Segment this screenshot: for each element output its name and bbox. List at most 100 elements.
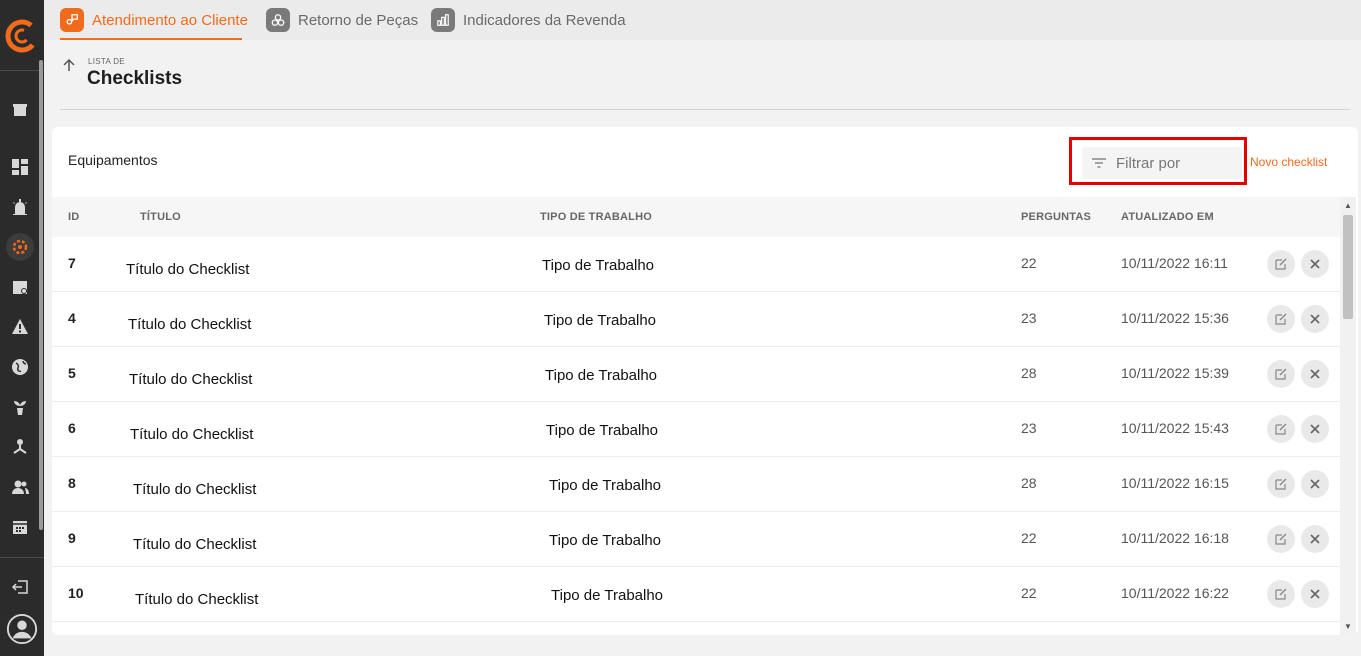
edit-button[interactable] (1267, 470, 1295, 498)
table-scrollbar[interactable]: ▲ ▼ (1340, 197, 1356, 635)
table-row[interactable]: 8 Título do Checklist Tipo de Trabalho 28 10… (52, 457, 1342, 512)
row-perguntas: 23 (1021, 420, 1037, 436)
edit-button[interactable] (1267, 525, 1295, 553)
page-title: Checklists (87, 68, 183, 89)
back-arrow-icon[interactable] (62, 58, 76, 74)
sidebar-divider (0, 557, 44, 558)
col-header-atualizado[interactable]: ATUALIZADO EM (1121, 211, 1214, 223)
close-icon (1310, 314, 1320, 324)
calendar-icon[interactable] (10, 517, 30, 537)
row-perguntas: 28 (1021, 365, 1037, 381)
delete-button[interactable] (1301, 470, 1329, 498)
table-row[interactable]: 10 Título do Checklist Tipo de Trabalho 22 1… (52, 567, 1342, 622)
filter-placeholder: Filtrar por (1116, 154, 1181, 172)
table-row[interactable]: 7 Título do Checklist Tipo de Trabalho 22 10… (52, 237, 1342, 292)
store-icon[interactable] (10, 99, 30, 119)
scrollbar-thumb[interactable] (1343, 215, 1353, 319)
warning-icon[interactable] (10, 317, 30, 337)
row-atualizado: 10/11/2022 15:36 (1121, 310, 1229, 326)
delete-button[interactable] (1301, 360, 1329, 388)
delete-button[interactable] (1301, 580, 1329, 608)
dashboard-icon[interactable] (10, 157, 30, 177)
row-id: 9 (68, 530, 76, 546)
row-atualizado: 10/11/2022 15:43 (1121, 420, 1229, 436)
col-header-id[interactable]: ID (68, 211, 79, 223)
row-atualizado: 10/11/2022 16:11 (1121, 255, 1228, 271)
delete-button[interactable] (1301, 250, 1329, 278)
row-atualizado: 10/11/2022 16:22 (1121, 585, 1229, 601)
active-tab-indicator (60, 38, 242, 40)
close-icon (1310, 479, 1320, 489)
table-row[interactable]: 4 Título do Checklist Tipo de Trabalho 23 10… (52, 292, 1342, 347)
alarm-icon[interactable] (10, 197, 30, 217)
tab-retorno-pecas[interactable]: Retorno de Peças (266, 7, 418, 33)
row-atualizado: 10/11/2022 16:15 (1121, 475, 1229, 491)
row-atualizado: 10/11/2022 15:39 (1121, 365, 1229, 381)
edit-button[interactable] (1267, 250, 1295, 278)
calendar-settings-icon[interactable] (10, 277, 30, 297)
row-id: 5 (68, 365, 76, 381)
org-chart-icon[interactable] (10, 437, 30, 457)
scroll-up-icon[interactable]: ▲ (1344, 201, 1352, 210)
row-title: Título do Checklist (133, 481, 257, 498)
delete-button[interactable] (1301, 525, 1329, 553)
checklist-settings-icon[interactable] (6, 233, 34, 261)
card-title: Equipamentos (68, 152, 158, 168)
row-id: 4 (68, 310, 76, 326)
tab-indicadores[interactable]: Indicadores da Revenda (431, 7, 626, 33)
table-row[interactable]: 9 Título do Checklist Tipo de Trabalho 22 10… (52, 512, 1342, 567)
row-perguntas: 22 (1021, 530, 1037, 546)
row-tipo: Tipo de Trabalho (549, 532, 662, 549)
row-tipo: Tipo de Trabalho (546, 422, 659, 439)
tab-label: Atendimento ao Cliente (92, 11, 248, 29)
close-icon (1310, 369, 1320, 379)
edit-icon (1275, 368, 1287, 380)
close-icon (1310, 589, 1320, 599)
row-id: 7 (68, 255, 76, 271)
user-avatar-icon[interactable] (5, 612, 39, 646)
new-checklist-link[interactable]: Novo checklist (1250, 155, 1327, 169)
delete-button[interactable] (1301, 415, 1329, 443)
filter-input[interactable]: Filtrar por (1082, 147, 1242, 179)
table-row[interactable]: 6 Título do Checklist Tipo de Trabalho 23 10… (52, 402, 1342, 457)
globe-icon[interactable] (10, 357, 30, 377)
sidebar (0, 0, 44, 656)
table-header: ID TÍTULO TIPO DE TRABALHO PERGUNTAS ATU… (52, 197, 1342, 237)
sidebar-scrollbar[interactable] (39, 60, 43, 530)
row-tipo: Tipo de Trabalho (542, 257, 655, 274)
edit-button[interactable] (1267, 360, 1295, 388)
edit-icon (1275, 423, 1287, 435)
row-atualizado: 10/11/2022 16:18 (1121, 530, 1229, 546)
row-tipo: Tipo de Trabalho (549, 477, 662, 494)
row-tipo: Tipo de Trabalho (544, 312, 657, 329)
row-title: Título do Checklist (133, 536, 257, 553)
users-icon[interactable] (10, 477, 30, 497)
plant-icon[interactable] (10, 397, 30, 417)
logout-icon[interactable] (10, 577, 30, 597)
scroll-down-icon[interactable]: ▼ (1344, 622, 1352, 631)
edit-icon (1275, 258, 1287, 270)
edit-button[interactable] (1267, 580, 1295, 608)
tab-atendimento[interactable]: Atendimento ao Cliente (60, 7, 248, 33)
row-perguntas: 28 (1021, 475, 1037, 491)
row-perguntas: 22 (1021, 255, 1037, 271)
edit-button[interactable] (1267, 415, 1295, 443)
row-title: Título do Checklist (130, 426, 254, 443)
row-tipo: Tipo de Trabalho (551, 587, 664, 604)
bar-chart-icon (431, 8, 455, 32)
col-header-tipo[interactable]: TIPO DE TRABALHO (540, 211, 652, 223)
filter-icon (1092, 158, 1106, 168)
checklists-card: Equipamentos Filtrar por Novo checklist … (52, 127, 1358, 635)
row-title: Título do Checklist (129, 371, 253, 388)
row-perguntas: 22 (1021, 585, 1037, 601)
col-header-titulo[interactable]: TÍTULO (140, 211, 181, 223)
edit-button[interactable] (1267, 305, 1295, 333)
table-row[interactable]: 5 Título do Checklist Tipo de Trabalho 28 10… (52, 347, 1342, 402)
parts-icon (266, 8, 290, 32)
tab-label: Indicadores da Revenda (463, 11, 626, 29)
brand-logo[interactable] (5, 19, 39, 53)
row-title: Título do Checklist (126, 261, 250, 278)
delete-button[interactable] (1301, 305, 1329, 333)
row-title: Título do Checklist (135, 591, 259, 608)
col-header-perguntas[interactable]: PERGUNTAS (1021, 211, 1091, 223)
